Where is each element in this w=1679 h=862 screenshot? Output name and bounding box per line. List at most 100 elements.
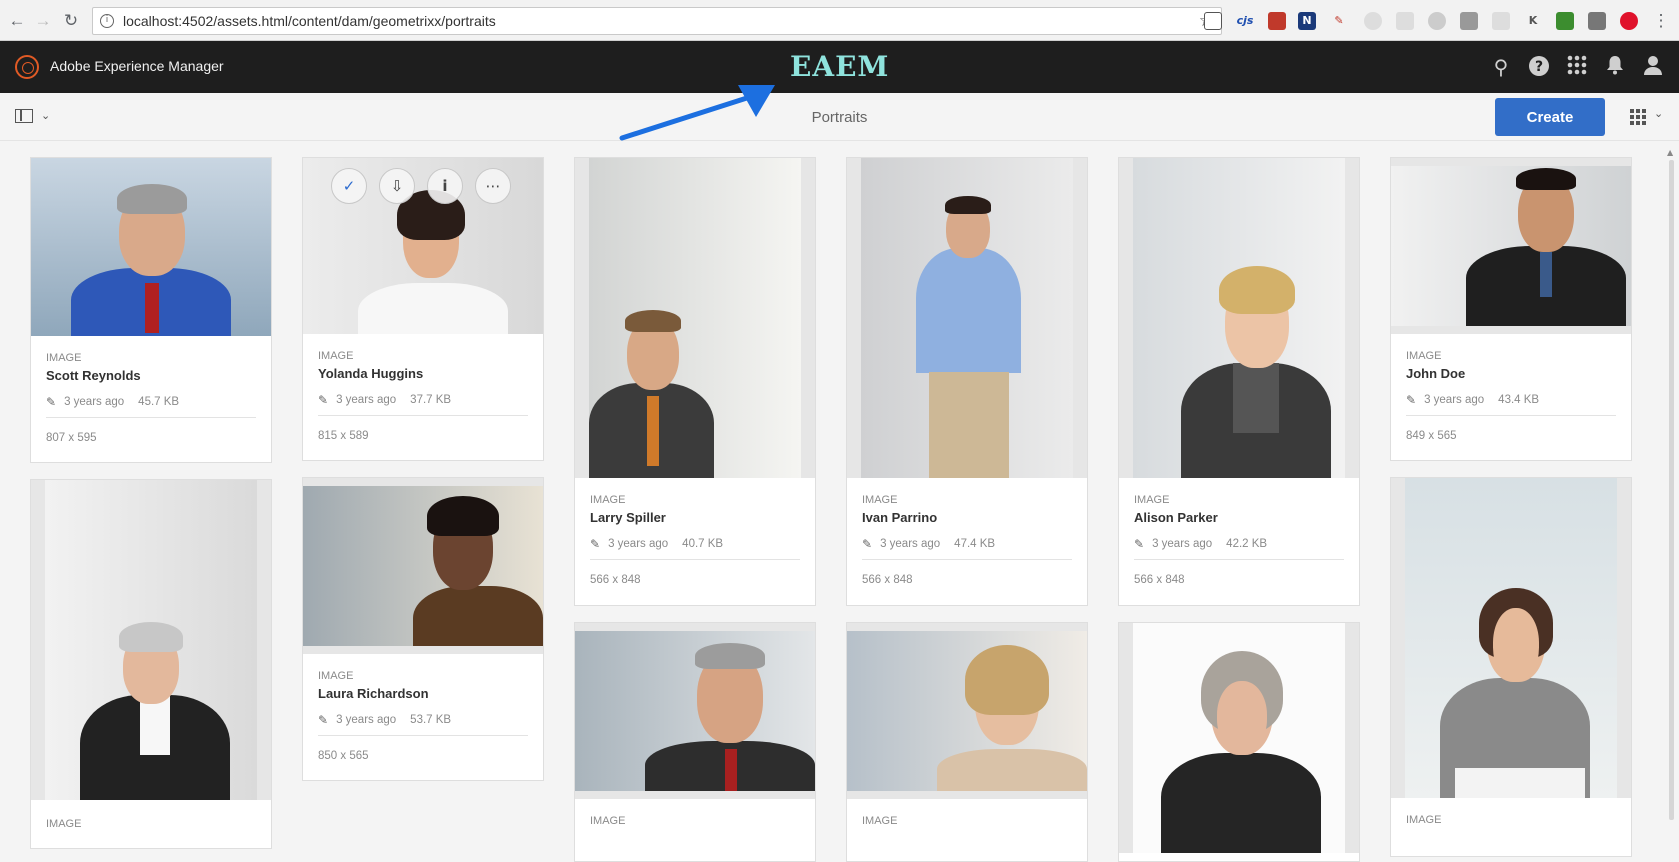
portrait-photo [31,158,271,336]
url-text[interactable]: localhost:4502/assets.html/content/dam/g… [123,13,496,29]
asset-card-grid: IMAGE Scott Reynolds ✎ 3 years ago 45.7 KB… [30,157,1641,862]
asset-card[interactable]: IMAGE Alison Parker ✎ 3 years ago 42.2 KB … [1118,157,1360,606]
scrollbar-thumb[interactable] [1669,160,1674,820]
pencil-icon: ✎ [318,393,329,407]
eaem-badge: EAEM [790,50,890,83]
portrait-photo [1133,623,1345,853]
portrait-photo [575,631,815,791]
asset-card[interactable]: IMAGE [846,622,1088,862]
view-chevron-down-icon[interactable]: ⌄ [1654,107,1663,120]
asset-thumbnail[interactable] [31,480,271,800]
notification-bell-icon[interactable] [1603,55,1627,79]
angular-extension-icon[interactable] [1428,12,1446,30]
file-size: 42.2 KB [1226,538,1268,550]
asset-thumbnail[interactable]: ✓ ⇩ i ⋯ [303,158,543,334]
asset-card[interactable] [1118,622,1360,862]
image-dimensions: 807 x 595 [46,432,97,444]
asset-thumbnail[interactable] [1119,623,1359,853]
adobe-logo-icon[interactable] [15,55,39,79]
asset-title[interactable]: John Doe [1406,366,1616,381]
asset-thumbnail[interactable] [847,623,1087,799]
image-dimensions: 566 x 848 [862,574,913,586]
more-actions-icon[interactable]: ⋯ [475,168,511,204]
asset-card[interactable]: IMAGE [574,622,816,862]
annotation-arrow-icon [619,85,775,141]
asset-type: IMAGE [46,352,82,364]
gray-extension-icon-3[interactable] [1460,12,1478,30]
asset-thumbnail[interactable] [1119,158,1359,478]
asset-thumbnail[interactable] [575,158,815,478]
browser-menu-icon[interactable]: ⋮ [1650,10,1672,32]
asset-title[interactable]: Alison Parker [1134,510,1344,525]
asset-title[interactable]: Yolanda Huggins [318,366,528,381]
asset-type: IMAGE [862,494,898,506]
divider [590,559,800,560]
asset-card[interactable]: IMAGE Laura Richardson ✎ 3 years ago 53.7 … [302,477,544,781]
portrait-photo [847,631,1087,791]
asset-type: IMAGE [318,350,354,362]
asset-card[interactable]: IMAGE Larry Spiller ✎ 3 years ago 40.7 KB … [574,157,816,606]
divider [862,559,1072,560]
media-extension-icon[interactable] [1588,12,1606,30]
aem-header: Adobe Experience Manager EAEM ⚲ ? [0,41,1679,93]
address-bar[interactable]: i localhost:4502/assets.html/content/dam… [92,7,1222,35]
asset-title[interactable]: Scott Reynolds [46,368,256,383]
divider [1134,559,1344,560]
image-dimensions: 566 x 848 [1134,574,1185,586]
cast-icon[interactable] [1204,12,1222,30]
asset-thumbnail[interactable] [303,478,543,654]
portrait-photo [303,486,543,646]
solutions-grid-icon[interactable] [1565,55,1589,79]
search-icon[interactable]: ⚲ [1489,55,1513,79]
modified-time: 3 years ago [336,394,397,406]
image-dimensions: 850 x 565 [318,750,369,762]
divider [318,735,528,736]
asset-card[interactable]: IMAGE John Doe ✎ 3 years ago 43.4 KB 849 x… [1390,157,1632,461]
help-icon[interactable]: ? [1527,55,1551,79]
portrait-photo [861,158,1073,478]
vertical-scrollbar[interactable]: ▲ [1666,148,1676,837]
asset-thumbnail[interactable] [1391,478,1631,798]
asset-card[interactable]: ✓ ⇩ i ⋯ IMAGE Yolanda Huggins ✎ 3 years a… [302,157,544,461]
user-profile-icon[interactable] [1641,55,1665,79]
green-extension-icon[interactable] [1556,12,1574,30]
card-view-icon[interactable] [1630,109,1646,125]
portrait-photo [1405,478,1617,798]
divider [1406,415,1616,416]
back-arrow-icon[interactable]: ← [6,10,28,32]
divider [46,417,256,418]
page-title: Portraits [811,109,868,126]
asset-thumbnail[interactable] [1391,158,1631,334]
red-extension-icon[interactable] [1268,12,1286,30]
site-info-icon[interactable]: i [100,14,114,28]
select-checkmark-icon[interactable]: ✓ [331,168,367,204]
forward-arrow-icon[interactable]: → [32,10,54,32]
asset-type: IMAGE [1134,494,1170,506]
scroll-up-icon[interactable]: ▲ [1667,148,1673,157]
gray-extension-icon-2[interactable] [1396,12,1414,30]
asset-card[interactable]: IMAGE [30,479,272,849]
asset-card[interactable]: IMAGE Scott Reynolds ✎ 3 years ago 45.7 KB… [30,157,272,463]
modified-time: 3 years ago [1424,394,1485,406]
asset-thumbnail[interactable] [847,158,1087,478]
opera-extension-icon[interactable] [1620,12,1638,30]
reload-icon[interactable]: ↻ [60,10,82,32]
create-button[interactable]: Create [1495,98,1605,136]
download-icon[interactable]: ⇩ [379,168,415,204]
asset-card[interactable]: IMAGE Ivan Parrino ✎ 3 years ago 47.4 KB 5… [846,157,1088,606]
cjs-extension-icon[interactable]: cjs [1236,12,1254,30]
modified-time: 3 years ago [608,538,669,550]
asset-title[interactable]: Larry Spiller [590,510,800,525]
k-extension-icon[interactable]: K [1524,12,1542,30]
asset-card[interactable]: IMAGE [1390,477,1632,857]
product-name[interactable]: Adobe Experience Manager [50,58,224,74]
gray-extension-icon-1[interactable] [1364,12,1382,30]
cloud-extension-icon[interactable] [1492,12,1510,30]
n-extension-icon[interactable]: N [1298,12,1316,30]
asset-thumbnail[interactable] [575,623,815,799]
asset-thumbnail[interactable] [31,158,271,336]
asset-title[interactable]: Laura Richardson [318,686,528,701]
pen-extension-icon[interactable]: ✎ [1330,12,1348,30]
properties-info-icon[interactable]: i [427,168,463,204]
asset-title[interactable]: Ivan Parrino [862,510,1072,525]
